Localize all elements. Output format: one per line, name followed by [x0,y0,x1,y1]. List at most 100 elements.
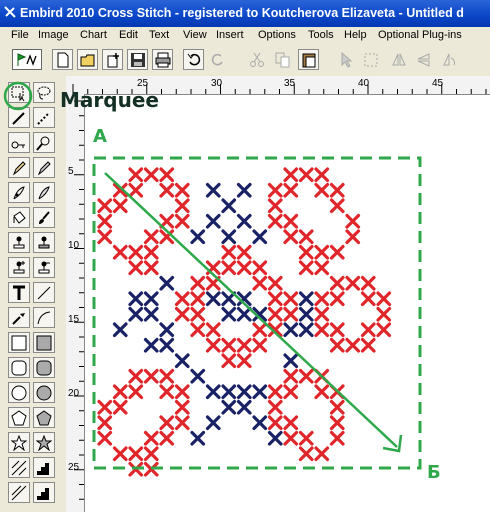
select-button[interactable] [336,49,357,70]
stamp-tool-button[interactable] [8,232,30,253]
ruler-label-row-20: 20 [68,388,80,399]
stairs-icon [37,463,49,475]
dotted-pen-tool-button[interactable] [33,107,55,128]
left-ruler: 5 10 15 20 25 [66,94,85,512]
marquee-icon [364,53,378,67]
pencil-tool-button[interactable] [8,157,30,178]
text-tool-button[interactable] [8,282,30,303]
ruler-label-row-10: 10 [68,240,80,251]
print-icon [155,52,171,68]
circle-filled-tool-button[interactable] [33,382,55,403]
ruler-label-row-25: 25 [68,462,80,473]
half-pencil-tool-button[interactable] [33,157,55,178]
menu-view[interactable]: View [183,29,207,41]
feather-alt-tool-button[interactable] [33,182,55,203]
rounded-rect-filled-tool-button[interactable] [33,357,55,378]
stamp-minus-icon [38,261,50,274]
mirror-horizontal-button[interactable] [388,49,409,70]
star-filled-icon [36,435,52,451]
diagonal-line-tool-button[interactable] [8,457,30,478]
key-icon [11,141,25,149]
diagonal-alt-tool-button[interactable] [8,482,30,503]
lasso-tool-button[interactable] [33,82,55,103]
pentagon-filled-tool-button[interactable] [33,407,55,428]
star-tool-button[interactable] [8,432,30,453]
feather-alt-icon [38,186,50,200]
menu-insert[interactable]: Insert [216,29,244,41]
print-button[interactable] [152,49,173,70]
circle-filled-icon [36,385,52,401]
rounded-rect-tool-button[interactable] [8,357,30,378]
key-tool-button[interactable] [8,132,30,153]
menu-tools[interactable]: Tools [308,29,334,41]
add-button[interactable] [102,49,123,70]
bucket-icon [13,211,26,224]
stamp-minus-tool-button[interactable] [33,257,55,278]
window-title: Embird 2010 Cross Stitch - registered to… [20,6,464,20]
redo-icon [211,53,223,66]
new-button[interactable] [52,49,73,70]
start-point-label: А [93,126,107,147]
stamp-plus-icon [13,261,25,274]
undo-button[interactable] [183,49,204,70]
new-icon [57,52,69,68]
pentagon-tool-button[interactable] [8,407,30,428]
rectangle-filled-tool-button[interactable] [33,332,55,353]
pentagon-filled-icon [36,410,52,426]
green-flag-button[interactable] [12,49,42,70]
dropper-tool-button[interactable] [8,307,30,328]
curve-tool-button[interactable] [33,307,55,328]
lasso-icon [37,86,51,100]
paste-button[interactable] [298,49,319,70]
green-flag-icon [17,53,37,66]
marquee-toolbar-button[interactable] [360,49,381,70]
app-logo-icon [4,6,16,18]
mirror-horizontal-icon [392,53,406,66]
copy-button[interactable] [272,49,293,70]
undo-icon [187,53,201,66]
stamp-alt-icon [38,236,50,249]
circle-tool-button[interactable] [8,382,30,403]
feather-tool-button[interactable] [8,182,30,203]
magnifier-tool-button[interactable] [33,132,55,153]
open-icon [80,54,95,67]
text-icon [13,285,25,300]
stairs-tool-button[interactable] [33,457,55,478]
mirror-vertical-icon [417,53,430,67]
curve-icon [37,311,51,325]
menu-text[interactable]: Text [149,29,169,41]
ruler-label-40: 40 [358,78,370,89]
star-filled-tool-button[interactable] [33,432,55,453]
line-icon [37,286,51,300]
menu-options[interactable]: Options [258,29,296,41]
ruler-label-row-5: 5 [68,166,74,177]
rectangle-tool-button[interactable] [8,332,30,353]
pentagon-icon [11,410,27,426]
copy-icon [275,52,290,68]
open-button[interactable] [77,49,98,70]
stairs-alt-tool-button[interactable] [33,482,55,503]
half-pencil-icon [37,161,51,176]
menu-edit[interactable]: Edit [119,29,138,41]
dotted-pen-icon [37,112,50,125]
brush-tool-button[interactable] [33,207,55,228]
rotate-button[interactable] [438,49,459,70]
menu-help[interactable]: Help [344,29,367,41]
bucket-tool-button[interactable] [8,207,30,228]
stairs-alt-icon [37,488,49,500]
menu-file[interactable]: File [11,29,29,41]
menu-optional-plugins[interactable]: Optional Plug-ins [378,29,462,41]
title-bar: Embird 2010 Cross Stitch - registered to… [0,0,490,27]
save-button[interactable] [127,49,148,70]
paste-icon [302,53,316,68]
cut-button[interactable] [246,49,267,70]
mirror-vertical-button[interactable] [413,49,434,70]
stamp-alt-tool-button[interactable] [33,232,55,253]
line-tool-button[interactable] [33,282,55,303]
stamp-plus-tool-button[interactable] [8,257,30,278]
redo-button[interactable] [207,49,228,70]
stitch-canvas[interactable] [85,95,490,512]
circle-icon [11,385,27,401]
menu-chart[interactable]: Chart [80,29,107,41]
menu-image[interactable]: Image [38,29,69,41]
